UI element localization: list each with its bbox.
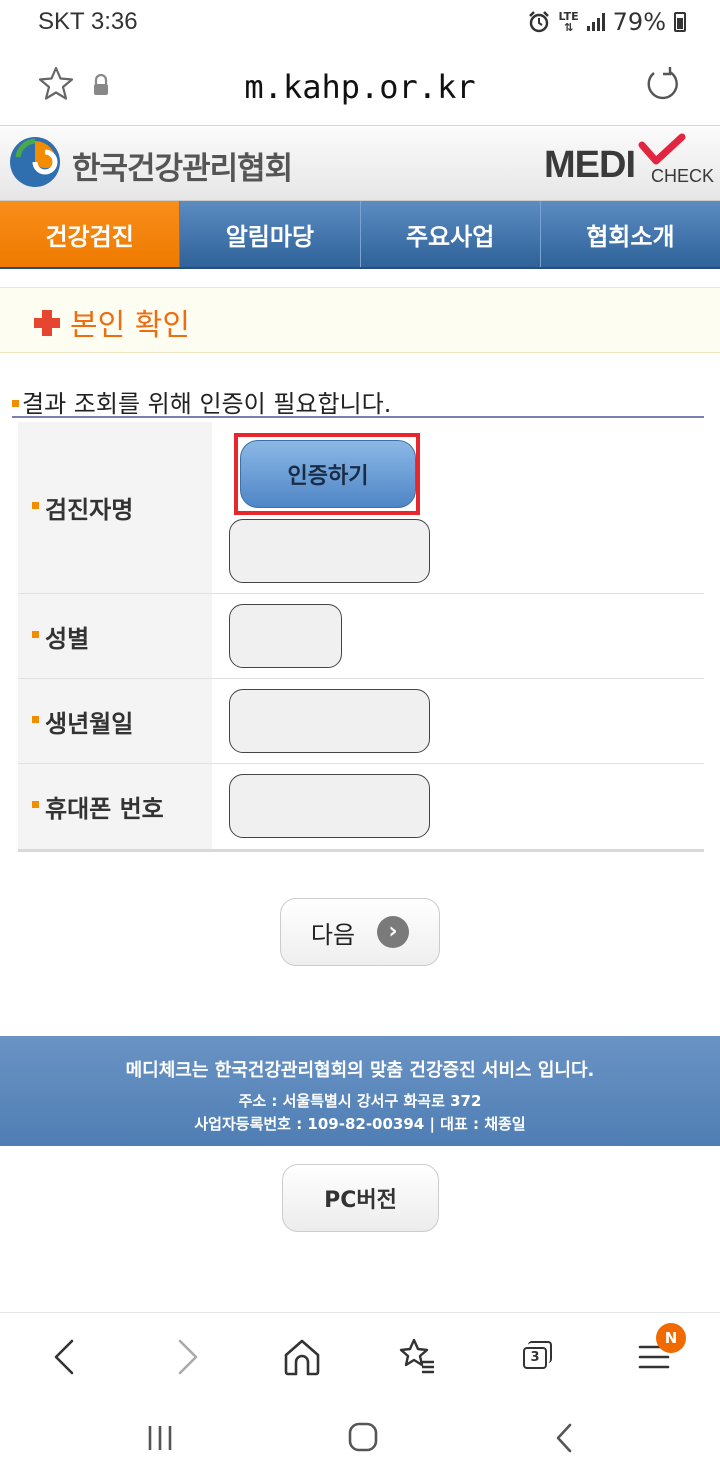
- footer-tagline: 메디체크는 한국건강관리협회의 맞춤 건강증진 서비스 입니다.: [125, 1060, 595, 1081]
- pc-version-button[interactable]: PC버전: [282, 1164, 439, 1232]
- footer-address: 주소 : 서울특별시 강서구 화곡로 372: [238, 1092, 482, 1110]
- bookmarks-icon[interactable]: [396, 1335, 440, 1379]
- recent-apps-icon[interactable]: [140, 1420, 180, 1456]
- site-header: 한국건강관리협회 MEDI CHECK: [0, 127, 720, 201]
- medicheck-logo[interactable]: MEDI CHECK: [544, 133, 714, 193]
- form-row-birth: 생년월일: [18, 679, 704, 764]
- gender-field-cell: [212, 594, 704, 678]
- auth-notice: 결과 조회를 위해 인증이 필요합니다.: [12, 384, 704, 418]
- name-input[interactable]: [229, 519, 430, 583]
- birth-date-input[interactable]: [229, 689, 430, 753]
- birth-label: 생년월일: [18, 679, 212, 763]
- kahp-logo-icon[interactable]: [8, 135, 62, 189]
- auth-notice-text: 결과 조회를 위해 인증이 필요합니다.: [22, 390, 392, 418]
- system-nav-bar: [0, 1398, 720, 1480]
- phone-input[interactable]: [229, 774, 430, 838]
- chevron-right-icon: ›: [377, 916, 410, 948]
- page-title: 본인 확인: [70, 308, 190, 343]
- forward-icon[interactable]: [164, 1335, 208, 1379]
- phone-label: 휴대폰 번호: [18, 764, 212, 849]
- name-label: 검진자명: [18, 422, 212, 593]
- notification-badge: N: [656, 1323, 686, 1353]
- bullet-icon: [32, 715, 39, 723]
- bullet-icon: [12, 399, 19, 407]
- form-row-gender: 성별: [18, 594, 704, 679]
- medi-text: MEDI: [544, 144, 636, 186]
- tab-count: 3: [523, 1347, 547, 1369]
- battery-icon: [674, 12, 686, 32]
- alarm-icon: [529, 11, 550, 33]
- birth-field-cell: [212, 679, 704, 763]
- site-footer: 메디체크는 한국건강관리협회의 맞춤 건강증진 서비스 입니다. 주소 : 서울…: [0, 1036, 720, 1146]
- main-nav: 건강검진 알림마당 주요사업 협회소개: [0, 201, 720, 269]
- status-icons: LTE ⇅ 79%: [528, 8, 686, 36]
- home-icon[interactable]: [280, 1335, 324, 1379]
- menu-icon[interactable]: N: [634, 1323, 686, 1379]
- plus-icon: [34, 310, 60, 336]
- verify-button-highlight: 인증하기: [234, 433, 420, 515]
- form-row-name: 검진자명 인증하기: [18, 422, 704, 594]
- footer-business-info: 사업자등록번호 : 109-82-00394 | 대표 : 채종일: [194, 1115, 526, 1133]
- url-text[interactable]: m.kahp.or.kr: [0, 68, 720, 106]
- check-text: CHECK: [650, 166, 714, 186]
- next-button-label: 다음: [310, 920, 356, 949]
- back-icon[interactable]: [44, 1335, 88, 1379]
- reload-icon[interactable]: [642, 64, 682, 104]
- name-field-cell: 인증하기: [212, 422, 704, 593]
- site-name[interactable]: 한국건강관리협회: [72, 143, 293, 188]
- verify-button[interactable]: 인증하기: [240, 440, 416, 508]
- next-button[interactable]: 다음 ›: [280, 898, 440, 966]
- bullet-icon: [32, 630, 39, 638]
- nav-health-checkup[interactable]: 건강검진: [0, 201, 181, 267]
- checkmark-icon: [638, 133, 686, 165]
- bullet-icon: [32, 502, 39, 509]
- browser-toolbar: 3 N: [0, 1312, 720, 1398]
- nav-notice-board[interactable]: 알림마당: [180, 201, 361, 267]
- signal-icon: [586, 13, 605, 31]
- tabs-icon[interactable]: 3: [514, 1335, 558, 1379]
- status-bar: SKT 3:36 LTE ⇅ 79%: [0, 0, 720, 44]
- battery-percent: 79%: [612, 8, 666, 36]
- system-back-icon[interactable]: [544, 1420, 584, 1456]
- gender-label: 성별: [18, 594, 212, 678]
- section-title-bar: 본인 확인: [0, 287, 720, 353]
- phone-field-cell: [212, 764, 704, 849]
- nav-about[interactable]: 협회소개: [541, 201, 720, 267]
- form-row-phone: 휴대폰 번호: [18, 764, 704, 849]
- lte-indicator: LTE ⇅: [558, 10, 579, 34]
- browser-address-bar: m.kahp.or.kr: [0, 44, 720, 126]
- nav-main-business[interactable]: 주요사업: [361, 201, 541, 267]
- home-button-icon[interactable]: [342, 1420, 382, 1456]
- carrier-time: SKT 3:36: [38, 8, 138, 35]
- verification-form: 검진자명 인증하기 성별 생년월일 휴대폰 번호: [18, 422, 704, 852]
- gender-input[interactable]: [229, 604, 342, 668]
- bullet-icon: [32, 801, 39, 808]
